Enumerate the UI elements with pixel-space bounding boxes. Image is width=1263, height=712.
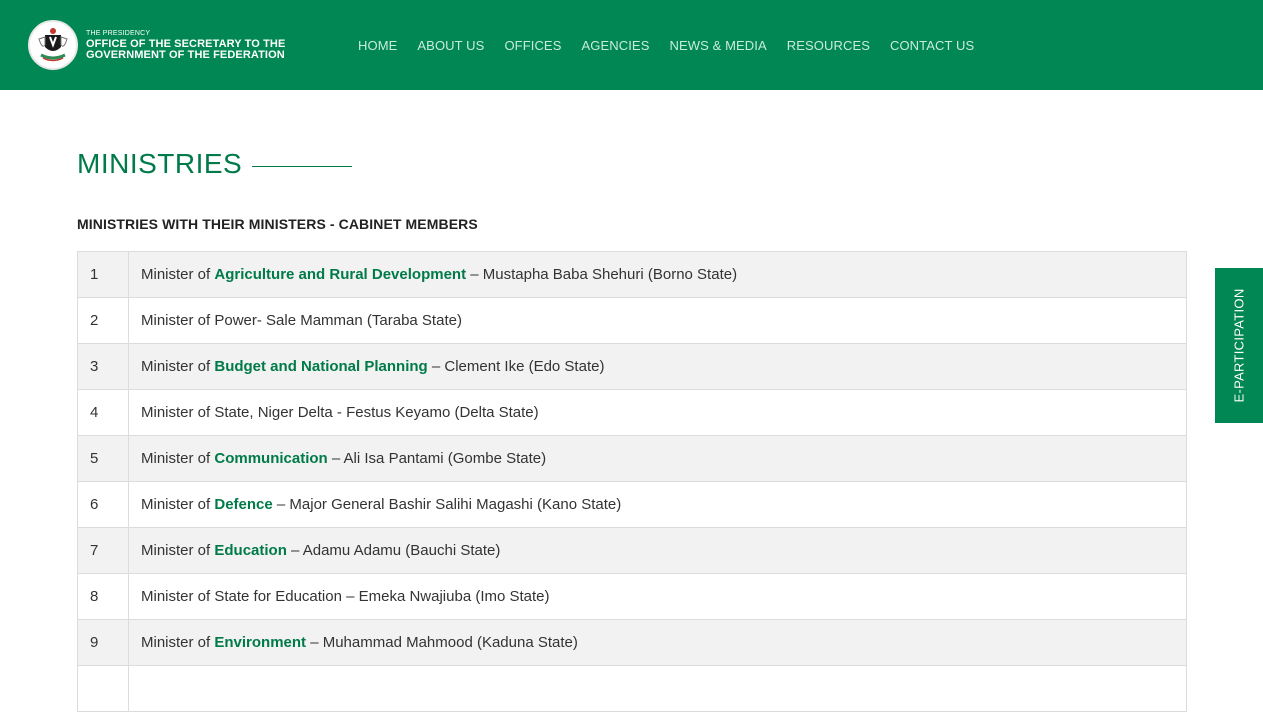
- row-number: 8: [77, 573, 129, 620]
- minister-prefix: Minister of: [141, 266, 215, 283]
- row-number: 3: [77, 343, 129, 390]
- minister-cell: Minister of Agriculture and Rural Develo…: [128, 251, 1187, 298]
- table-row: 4 Minister of State, Niger Delta - Festu…: [77, 389, 1187, 436]
- logo-presidency-label: THE PRESIDENCY: [86, 29, 151, 37]
- minister-prefix: Minister of Power- Sale Mamman (Taraba S…: [141, 312, 462, 329]
- minister-cell: Minister of Environment – Muhammad Mahmo…: [128, 619, 1187, 666]
- minister-cell: Minister of State, Niger Delta - Festus …: [128, 389, 1187, 436]
- nav-news-media[interactable]: NEWS & MEDIA: [669, 38, 766, 53]
- page-title-row: MINISTRIES: [77, 148, 353, 180]
- minister-prefix: Minister of State for Education – Emeka …: [141, 588, 550, 605]
- minister-name: – Clement Ike (Edo State): [427, 358, 605, 375]
- ministry-link[interactable]: Budget and National Planning: [214, 358, 427, 375]
- nav-offices[interactable]: OFFICES: [504, 38, 561, 53]
- minister-name: – Mustapha Baba Shehuri (Borno State): [466, 266, 738, 283]
- table-row: 3 Minister of Budget and National Planni…: [77, 343, 1187, 390]
- nav-home[interactable]: HOME: [358, 38, 397, 53]
- main-nav: HOME ABOUT US OFFICES AGENCIES NEWS & ME…: [358, 38, 994, 53]
- row-number: 9: [77, 619, 129, 666]
- table-row: 2 Minister of Power- Sale Mamman (Taraba…: [77, 297, 1187, 344]
- nav-agencies[interactable]: AGENCIES: [581, 38, 649, 53]
- minister-name: – Muhammad Mahmood (Kaduna State): [306, 634, 578, 651]
- minister-prefix: Minister of: [141, 450, 215, 467]
- title-underline: [252, 165, 353, 167]
- e-participation-tab[interactable]: E-PARTICIPATION: [1215, 268, 1263, 423]
- e-participation-label: E-PARTICIPATION: [1231, 288, 1247, 403]
- table-row: 7 Minister of Education – Adamu Adamu (B…: [77, 527, 1187, 574]
- minister-prefix: Minister of: [141, 358, 215, 375]
- coat-of-arms-icon: [28, 20, 78, 70]
- minister-prefix: Minister of: [141, 634, 215, 651]
- site-header: THE PRESIDENCY OFFICE OF THE SECRETARY T…: [0, 0, 1263, 90]
- minister-cell: Minister of Defence – Major General Bash…: [128, 481, 1187, 528]
- ministry-link[interactable]: Education: [214, 542, 287, 559]
- ministry-link[interactable]: Defence: [214, 496, 272, 513]
- minister-name: – Adamu Adamu (Bauchi State): [286, 542, 501, 559]
- row-number: 1: [77, 251, 129, 298]
- logo-title-line2: GOVERNMENT OF THE FEDERATION: [86, 48, 285, 61]
- minister-prefix: Minister of: [141, 542, 215, 559]
- nav-resources[interactable]: RESOURCES: [787, 38, 870, 53]
- row-number: 4: [77, 389, 129, 436]
- logo-title-line1: OFFICE OF THE SECRETARY TO THE: [86, 37, 286, 50]
- minister-prefix: Minister of: [141, 496, 215, 513]
- table-row: 6 Minister of Defence – Major General Ba…: [77, 481, 1187, 528]
- logo-text: THE PRESIDENCY OFFICE OF THE SECRETARY T…: [86, 30, 285, 61]
- site-logo[interactable]: THE PRESIDENCY OFFICE OF THE SECRETARY T…: [28, 20, 285, 70]
- row-number: 7: [77, 527, 129, 574]
- ministries-table: 1 Minister of Agriculture and Rural Deve…: [77, 251, 1187, 712]
- ministry-link[interactable]: Communication: [214, 450, 327, 467]
- row-number: 2: [77, 297, 129, 344]
- table-row: 8 Minister of State for Education – Emek…: [77, 573, 1187, 620]
- minister-prefix: Minister of State, Niger Delta - Festus …: [141, 404, 539, 421]
- ministry-link[interactable]: Environment: [214, 634, 306, 651]
- section-subtitle: MINISTRIES WITH THEIR MINISTERS - CABINE…: [77, 216, 478, 232]
- nav-about-us[interactable]: ABOUT US: [417, 38, 484, 53]
- minister-name: – Ali Isa Pantami (Gombe State): [327, 450, 547, 467]
- minister-cell: Minister of Education – Adamu Adamu (Bau…: [128, 527, 1187, 574]
- minister-cell: Minister of Power- Sale Mamman (Taraba S…: [128, 297, 1187, 344]
- table-row: 1 Minister of Agriculture and Rural Deve…: [77, 251, 1187, 298]
- row-number: 5: [77, 435, 129, 482]
- table-row: 9 Minister of Environment – Muhammad Mah…: [77, 619, 1187, 666]
- minister-cell: Minister of Budget and National Planning…: [128, 343, 1187, 390]
- row-number: 6: [77, 481, 129, 528]
- ministry-link[interactable]: Agriculture and Rural Development: [214, 266, 466, 283]
- minister-cell: Minister of Communication – Ali Isa Pant…: [128, 435, 1187, 482]
- page-title: MINISTRIES: [77, 148, 243, 179]
- table-row: 5 Minister of Communication – Ali Isa Pa…: [77, 435, 1187, 482]
- minister-name: – Major General Bashir Salihi Magashi (K…: [272, 496, 622, 513]
- nav-contact-us[interactable]: CONTACT US: [890, 38, 974, 53]
- minister-cell: Minister of State for Education – Emeka …: [128, 573, 1187, 620]
